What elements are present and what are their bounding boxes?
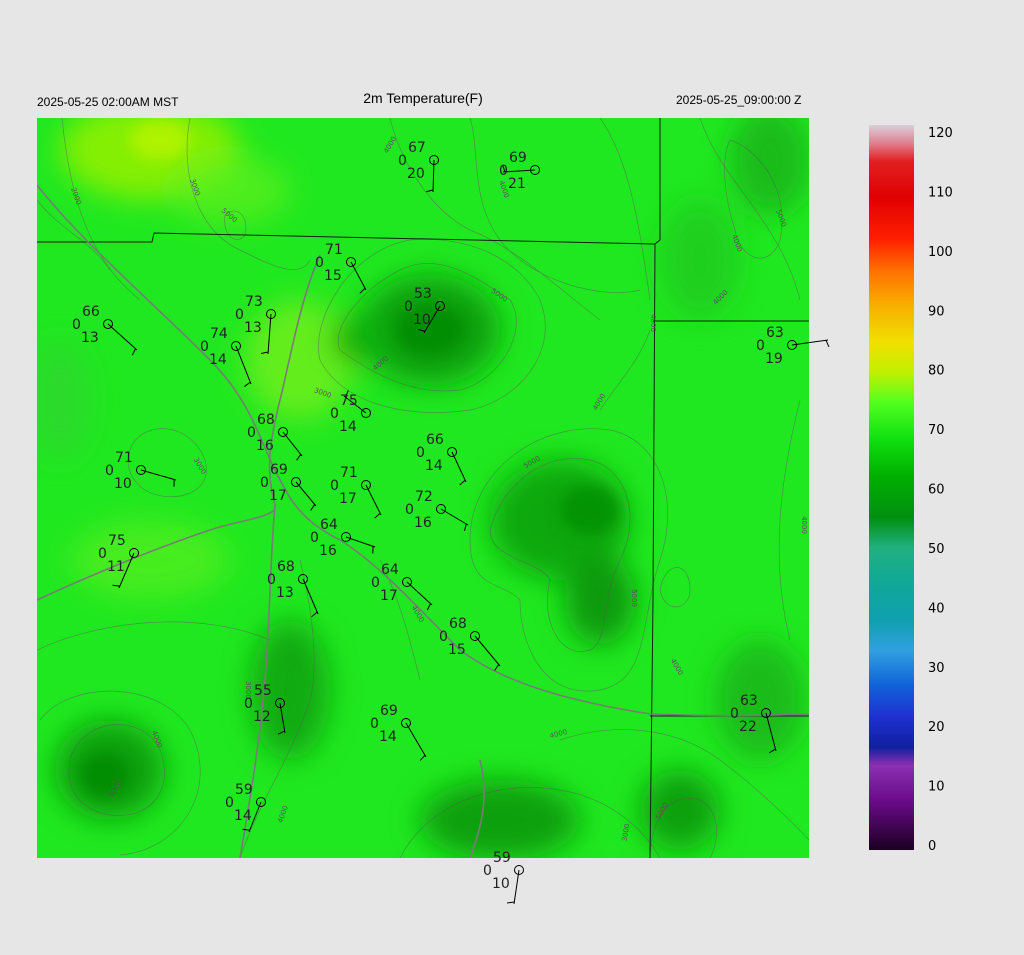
station-dewpoint: 14	[234, 808, 252, 824]
station-dewpoint: 15	[448, 642, 466, 658]
station-dewpoint: 16	[414, 515, 432, 531]
map-figure: 2000300050004000500040003000400030005000…	[0, 0, 1024, 950]
station-dewpoint: 19	[765, 351, 783, 367]
wind-barb-flag	[507, 902, 514, 903]
station-temperature: 67	[408, 140, 426, 156]
station-cloud-cover: 0	[72, 317, 81, 333]
contour-label: 4000	[800, 516, 808, 534]
station-cloud-cover: 0	[225, 795, 234, 811]
station-dewpoint: 14	[379, 729, 397, 745]
station-temperature: 75	[108, 533, 126, 549]
station-temperature: 74	[210, 326, 228, 342]
colorbar-label: 20	[928, 720, 945, 735]
station-temperature: 71	[325, 242, 343, 258]
station-dewpoint: 16	[256, 438, 274, 454]
station-temperature: 53	[414, 286, 432, 302]
station-dewpoint: 12	[253, 709, 271, 725]
station-dewpoint: 14	[425, 458, 443, 474]
station-temperature: 59	[235, 782, 253, 798]
station-cloud-cover: 0	[416, 445, 425, 461]
station-dewpoint: 14	[209, 352, 227, 368]
station-cloud-cover: 0	[330, 478, 339, 494]
colorbar-label: 80	[928, 364, 945, 379]
station-dewpoint: 16	[319, 543, 337, 559]
station-dewpoint: 13	[244, 320, 262, 336]
contour-label: 4000	[649, 314, 657, 332]
wind-barb-flag	[826, 340, 829, 347]
station-temperature: 68	[449, 616, 467, 632]
station-cloud-cover: 0	[267, 572, 276, 588]
station-cloud-cover: 0	[244, 696, 253, 712]
station-temperature: 64	[320, 517, 338, 533]
station-cloud-cover: 0	[260, 475, 269, 491]
station-dewpoint: 15	[324, 268, 342, 284]
station-dewpoint: 21	[508, 176, 526, 192]
station-cloud-cover: 0	[371, 575, 380, 591]
station-cloud-cover: 0	[330, 406, 339, 422]
station-cloud-cover: 0	[200, 339, 209, 355]
station-temperature: 59	[493, 850, 511, 866]
station-dewpoint: 10	[413, 312, 431, 328]
station-temperature: 66	[426, 432, 444, 448]
station-dewpoint: 17	[339, 491, 357, 507]
colorbar-label: 50	[928, 542, 945, 557]
station-dewpoint: 13	[81, 330, 99, 346]
station-cloud-cover: 0	[483, 863, 492, 879]
station-cloud-cover: 0	[756, 338, 765, 354]
colorbar-label: 70	[928, 423, 945, 438]
station-dewpoint: 14	[339, 419, 357, 435]
colorbar-label: 100	[928, 245, 953, 260]
station-temperature: 68	[277, 559, 295, 575]
station-cloud-cover: 0	[370, 716, 379, 732]
station-cloud-cover: 0	[398, 153, 407, 169]
station-temperature: 63	[766, 325, 784, 341]
station-cloud-cover: 0	[310, 530, 319, 546]
station-cloud-cover: 0	[404, 299, 413, 315]
station-dewpoint: 10	[114, 476, 132, 492]
colorbar-label: 120	[928, 126, 953, 141]
station-temperature: 75	[340, 393, 358, 409]
station-temperature: 68	[257, 412, 275, 428]
station-temperature: 72	[415, 489, 433, 505]
station-temperature: 64	[381, 562, 399, 578]
wind-barb	[514, 870, 519, 904]
colorbar-label: 30	[928, 661, 945, 676]
station-dewpoint: 10	[492, 876, 510, 892]
station-cloud-cover: 0	[405, 502, 414, 518]
station-temperature: 71	[340, 465, 358, 481]
station-cloud-cover: 0	[105, 463, 114, 479]
colorbar-label: 0	[928, 839, 936, 854]
station-cloud-cover: 0	[499, 163, 508, 179]
station-dewpoint: 20	[407, 166, 425, 182]
station-temperature: 69	[509, 150, 527, 166]
station-cloud-cover: 0	[247, 425, 256, 441]
station-dewpoint: 11	[107, 559, 125, 575]
station-cloud-cover: 0	[439, 629, 448, 645]
colorbar: 1201101009080706050403020100	[869, 125, 953, 854]
colorbar-label: 90	[928, 304, 945, 319]
station-cloud-cover: 0	[235, 307, 244, 323]
colorbar-label: 110	[928, 185, 953, 200]
station-temperature: 69	[380, 703, 398, 719]
colorbar-label: 60	[928, 483, 945, 498]
station-temperature: 73	[245, 294, 263, 310]
colorbar-label: 40	[928, 601, 945, 616]
station-temperature: 69	[270, 462, 288, 478]
station-temperature: 63	[740, 693, 758, 709]
station-cloud-cover: 0	[315, 255, 324, 271]
station-temperature: 66	[82, 304, 100, 320]
station-cloud-cover: 0	[98, 546, 107, 562]
colorbar-label: 10	[928, 780, 945, 795]
station-cloud-cover: 0	[730, 706, 739, 722]
station-dewpoint: 17	[269, 488, 287, 504]
station-model: 59010	[483, 850, 524, 904]
contour-label: 5000	[630, 589, 638, 607]
station-temperature: 55	[254, 683, 272, 699]
station-temperature: 71	[115, 450, 133, 466]
station-dewpoint: 13	[276, 585, 294, 601]
station-dewpoint: 17	[380, 588, 398, 604]
station-dewpoint: 22	[739, 719, 757, 735]
